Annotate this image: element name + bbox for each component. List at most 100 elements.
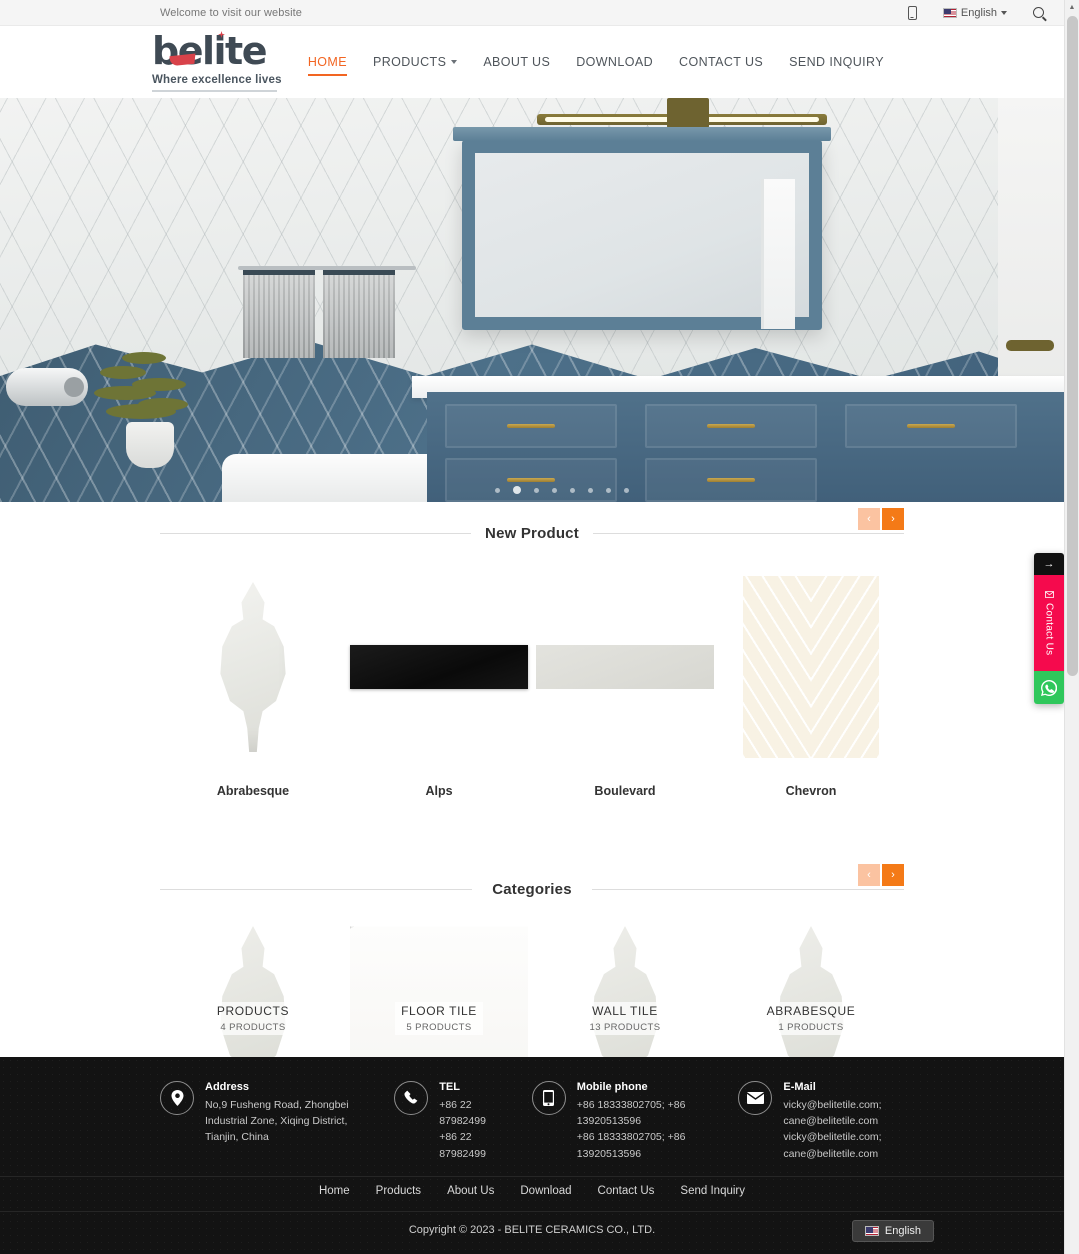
categories-prev-button[interactable]: ‹ <box>858 864 880 886</box>
scrollbar-thumb[interactable] <box>1067 16 1078 676</box>
language-label: English <box>960 6 997 19</box>
hero-banner[interactable] <box>0 98 1064 502</box>
nav-label: DOWNLOAD <box>576 55 654 69</box>
chevron-tile-shape <box>743 576 879 758</box>
footer-nav-products[interactable]: Products <box>376 1185 421 1197</box>
hero-dot[interactable] <box>570 487 575 493</box>
nav-item-about-us[interactable]: ABOUT US <box>483 55 550 69</box>
footer-nav: Home Products About Us Download Contact … <box>0 1176 1064 1211</box>
nav-label: PRODUCTS <box>372 55 447 69</box>
new-product-next-button[interactable]: › <box>882 508 904 530</box>
category-caption: FLOOR TILE 5 PRODUCTS <box>395 1002 483 1035</box>
hero-dot-active[interactable] <box>513 486 521 494</box>
nav-item-send-inquiry[interactable]: SEND INQUIRY <box>789 55 884 69</box>
envelope-icon <box>738 1080 773 1115</box>
vertical-scrollbar[interactable]: ▲ <box>1064 0 1079 1254</box>
footer-contact-title: E-Mail <box>783 1080 816 1093</box>
category-count: 13 PRODUCTS <box>589 1022 661 1033</box>
welcome-text: Welcome to visit our website <box>160 6 302 19</box>
footer-bottom: Copyright © 2023 - BELITE CERAMICS CO., … <box>0 1211 1064 1254</box>
chevron-down-icon <box>451 60 458 64</box>
scroll-up-arrow-icon[interactable]: ▲ <box>1065 0 1079 15</box>
product-name: Abrabesque <box>216 784 290 798</box>
browser-viewport: Welcome to visit our website English bel… <box>0 0 1064 1254</box>
widget-contact-us-button[interactable]: Contact Us <box>1034 575 1064 671</box>
hero-towel <box>323 270 395 358</box>
search-icon[interactable] <box>1033 7 1044 18</box>
footer-contact-title: TEL <box>439 1080 460 1093</box>
nav-label: SEND INQUIRY <box>789 55 884 69</box>
footer-contact-title: Address <box>205 1080 250 1093</box>
site-logo[interactable]: belite Where excellence lives <box>152 31 292 92</box>
flag-icon <box>864 1226 879 1236</box>
product-card[interactable]: Chevron <box>718 572 904 798</box>
product-image <box>718 572 904 762</box>
hero-slider-dots[interactable] <box>495 486 629 494</box>
hero-dot[interactable] <box>624 487 629 493</box>
product-name: Boulevard <box>594 784 656 798</box>
nav-label: HOME <box>307 55 347 69</box>
hero-dot[interactable] <box>534 487 539 493</box>
product-card[interactable]: Alps <box>346 572 532 798</box>
category-name: PRODUCTS <box>216 1004 290 1018</box>
footer-nav-home[interactable]: Home <box>319 1185 350 1197</box>
category-count: 1 PRODUCTS <box>778 1022 844 1033</box>
envelope-icon <box>1044 590 1054 598</box>
hero-dot[interactable] <box>588 487 593 493</box>
footer-contact-text: +86 22 87982499 +86 22 87982499 <box>439 1098 486 1160</box>
category-caption: WALL TILE 13 PRODUCTS <box>583 1002 667 1035</box>
category-count: 4 PRODUCTS <box>220 1022 286 1033</box>
category-name: ABRABESQUE <box>766 1004 856 1018</box>
black-tile-shape <box>350 645 528 689</box>
category-name: FLOOR TILE <box>401 1004 477 1018</box>
top-utility-actions: English <box>907 5 1044 20</box>
site-header: belite Where excellence lives HOME PRODU… <box>0 26 1064 98</box>
whatsapp-icon <box>1041 679 1057 696</box>
flag-icon <box>942 7 957 18</box>
footer-contact-mobile: Mobile phone +86 18333802705; +86 139205… <box>531 1080 721 1162</box>
location-pin-icon <box>160 1080 194 1115</box>
nav-label: ABOUT US <box>483 55 551 69</box>
mobile-phone-icon[interactable] <box>907 5 917 20</box>
hero-dot[interactable] <box>495 487 500 493</box>
footer-contact-email: E-Mail vicky@belitetile.com; cane@belite… <box>738 1080 904 1162</box>
new-product-carousel-controls: ‹ › <box>858 508 904 530</box>
product-name: Alps <box>425 784 453 798</box>
logo-tagline: Where excellence lives <box>152 74 282 86</box>
main-nav: HOME PRODUCTS ABOUT US DOWNLOAD CONTACT … <box>292 55 1044 76</box>
nav-label: CONTACT US <box>679 55 764 69</box>
widget-contact-label: Contact Us <box>1043 602 1055 656</box>
footer-nav-send-inquiry[interactable]: Send Inquiry <box>680 1185 745 1197</box>
hero-towels <box>238 266 416 360</box>
new-product-prev-button[interactable]: ‹ <box>858 508 880 530</box>
product-card[interactable]: Abrabesque <box>160 572 346 798</box>
categories-next-button[interactable]: › <box>882 864 904 886</box>
widget-whatsapp-button[interactable] <box>1034 671 1064 704</box>
nav-item-contact-us[interactable]: CONTACT US <box>679 55 763 69</box>
floating-contact-widget: → Contact Us <box>1034 553 1064 704</box>
hero-dot[interactable] <box>552 487 557 493</box>
product-card[interactable]: Boulevard <box>532 572 718 798</box>
new-product-heading: New Product <box>160 510 904 556</box>
nav-item-home[interactable]: HOME <box>307 55 348 76</box>
top-utility-bar: Welcome to visit our website English <box>0 0 1064 26</box>
language-selector-footer[interactable]: English <box>851 1220 934 1242</box>
nav-item-products[interactable]: PRODUCTS <box>372 55 458 69</box>
nav-item-download[interactable]: DOWNLOAD <box>576 55 653 69</box>
product-image <box>532 572 718 762</box>
footer-nav-contact-us[interactable]: Contact Us <box>598 1185 655 1197</box>
new-product-grid: Abrabesque Alps Boulevard Chevron <box>160 556 904 798</box>
chevron-down-icon <box>1001 10 1007 15</box>
hero-dot[interactable] <box>606 487 611 493</box>
footer-nav-about-us[interactable]: About Us <box>447 1185 494 1197</box>
widget-contact-inner: Contact Us <box>1043 590 1055 656</box>
language-selector-top[interactable]: English <box>942 6 1007 19</box>
page-root: Welcome to visit our website English bel… <box>0 0 1079 1254</box>
footer-language-label: English <box>884 1225 921 1237</box>
footer-nav-download[interactable]: Download <box>520 1185 571 1197</box>
hero-vase <box>126 422 174 468</box>
category-caption: ABRABESQUE 1 PRODUCTS <box>760 1002 862 1035</box>
widget-collapse-button[interactable]: → <box>1034 553 1064 575</box>
hero-toilet-paper <box>6 368 88 406</box>
hero-vanity <box>427 392 1064 502</box>
